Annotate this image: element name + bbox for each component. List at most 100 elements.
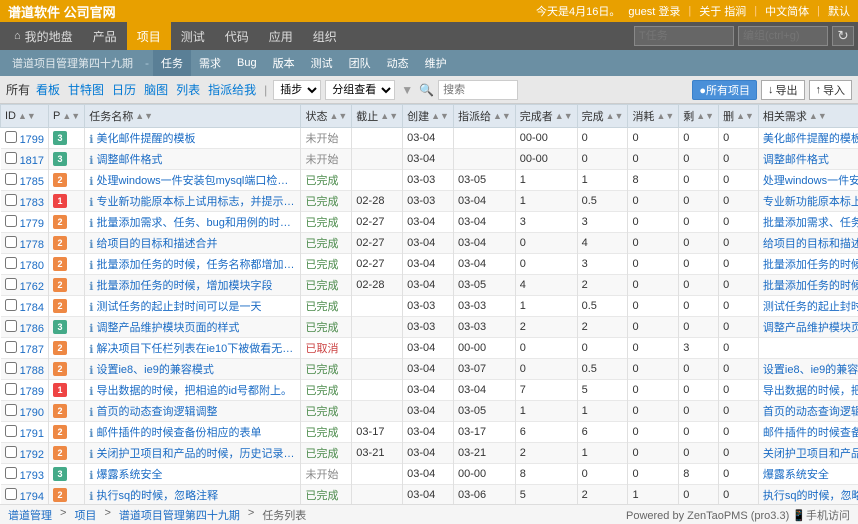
- info-icon[interactable]: ℹ: [89, 491, 93, 503]
- task-id[interactable]: 1786: [20, 323, 44, 335]
- info-icon[interactable]: ℹ: [89, 239, 93, 251]
- task-id[interactable]: 1791: [20, 428, 44, 440]
- related-req-link[interactable]: 导出数据的时候，把相追的id号都: [763, 385, 858, 397]
- col-header-p[interactable]: P▲▼: [49, 105, 85, 128]
- row-checkbox[interactable]: [5, 215, 17, 227]
- info-icon[interactable]: ℹ: [89, 134, 93, 146]
- related-req-link[interactable]: 调整产品维护模块页面的样式: [763, 322, 858, 334]
- import-button[interactable]: ↑ 导入: [809, 80, 853, 100]
- task-name-link[interactable]: 批量添加任务的时候，增加模块字段: [96, 277, 272, 293]
- subnav-item-dynamic[interactable]: 动态: [379, 50, 417, 76]
- related-req-link[interactable]: 关闭护卫项目和产品的时候，历史记: [763, 448, 858, 460]
- breadcrumb-project[interactable]: 项目: [74, 507, 96, 523]
- info-icon[interactable]: ℹ: [89, 386, 93, 398]
- related-req-link[interactable]: 专业新功能原本标上试用标志，并提示过期时段: [763, 196, 858, 208]
- group-select[interactable]: 分组查看: [325, 80, 395, 100]
- task-name-link[interactable]: 首页的动态查询逻辑调整: [96, 403, 217, 419]
- info-icon[interactable]: ℹ: [89, 407, 93, 419]
- task-name-link[interactable]: 导出数据的时候，把相追的id号都附上。: [96, 382, 292, 398]
- info-icon[interactable]: ℹ: [89, 155, 93, 167]
- subnav-item-requirements[interactable]: 需求: [191, 50, 229, 76]
- task-id[interactable]: 1787: [20, 344, 44, 356]
- task-search-input[interactable]: [634, 26, 734, 46]
- info-icon[interactable]: ℹ: [89, 197, 93, 209]
- task-name-link[interactable]: 给项目的目标和描述合并: [96, 235, 217, 251]
- related-req-link[interactable]: 首页的动态查询逻辑调整: [763, 406, 858, 418]
- related-req-link[interactable]: 执行sq的时候，忽略注释: [763, 490, 858, 502]
- related-req-link[interactable]: 批量添加需求、任务、bug和用例的时候: [763, 217, 858, 229]
- task-id[interactable]: 1792: [20, 449, 44, 461]
- search-input[interactable]: [438, 80, 518, 100]
- task-id[interactable]: 1790: [20, 407, 44, 419]
- subnav-item-bugs[interactable]: Bug: [229, 50, 265, 76]
- language-link[interactable]: 中文简体: [765, 3, 809, 19]
- task-id[interactable]: 1780: [20, 260, 44, 272]
- info-icon[interactable]: ℹ: [89, 344, 93, 356]
- related-req-link[interactable]: 邮件插件的时候查备份相应的表单: [763, 427, 858, 439]
- row-checkbox[interactable]: [5, 131, 17, 143]
- toolbar-view-mindmap[interactable]: 脑图: [142, 81, 170, 98]
- row-checkbox[interactable]: [5, 467, 17, 479]
- task-id[interactable]: 1788: [20, 365, 44, 377]
- step-select[interactable]: 插步: [273, 80, 321, 100]
- nav-item-my-land[interactable]: ⌂ 我的地盘: [4, 22, 83, 50]
- task-id[interactable]: 1762: [20, 281, 44, 293]
- info-icon[interactable]: ℹ: [89, 260, 93, 272]
- task-name-link[interactable]: 执行sq的时候，忽略注释: [96, 487, 218, 503]
- info-icon[interactable]: ℹ: [89, 449, 93, 461]
- task-name-link[interactable]: 专业新功能原本标上试用标志，并提示过期时段: [96, 193, 296, 209]
- related-req-link[interactable]: 爆露系统安全: [763, 469, 829, 481]
- info-icon[interactable]: ℹ: [89, 302, 93, 314]
- about-link[interactable]: 关于 指涧: [699, 3, 746, 19]
- row-checkbox[interactable]: [5, 488, 17, 500]
- brand[interactable]: 谱道软件 公司官网: [8, 2, 116, 21]
- task-name-link[interactable]: 设置ie8、ie9的兼容模式: [96, 361, 213, 377]
- col-header-id[interactable]: ID▲▼: [1, 105, 49, 128]
- related-req-link[interactable]: 批量添加任务的时候，增加模块字: [763, 280, 858, 292]
- subnav-item-versions[interactable]: 版本: [265, 50, 303, 76]
- row-checkbox[interactable]: [5, 257, 17, 269]
- nav-item-testing[interactable]: 测试: [171, 22, 215, 50]
- task-name-link[interactable]: 批量添加需求、任务、bug和用例的时候，将执行否处理为: [96, 214, 296, 230]
- col-header-assigned[interactable]: 指派给▲▼: [453, 105, 515, 128]
- col-header-status[interactable]: 状态▲▼: [301, 105, 352, 128]
- col-header-left[interactable]: 剩▲▼: [679, 105, 719, 128]
- nav-item-projects[interactable]: 项目: [127, 22, 171, 50]
- task-name-link[interactable]: 批量添加任务的时候，任务名称都增加需求功能: [96, 256, 296, 272]
- col-header-complete[interactable]: 完成▲▼: [577, 105, 628, 128]
- all-projects-filter[interactable]: ●所有项目: [692, 80, 757, 100]
- subnav-item-tasks[interactable]: 任务: [153, 50, 191, 76]
- task-name-link[interactable]: 爆露系统安全: [96, 466, 162, 482]
- col-header-deleted[interactable]: 删▲▼: [719, 105, 759, 128]
- task-name-link[interactable]: 美化邮件提醒的模板: [96, 130, 195, 146]
- guest-login[interactable]: guest 登录: [628, 3, 680, 19]
- task-name-link[interactable]: 调整邮件格式: [96, 151, 162, 167]
- row-checkbox[interactable]: [5, 362, 17, 374]
- task-name-link[interactable]: 解决项目下任栏列表在ie10下被做看无法输入数据: [96, 340, 296, 356]
- toolbar-view-calendar[interactable]: 日历: [110, 81, 138, 98]
- row-checkbox[interactable]: [5, 320, 17, 332]
- row-checkbox[interactable]: [5, 341, 17, 353]
- task-id[interactable]: 1779: [20, 218, 44, 230]
- toolbar-view-guide[interactable]: 指派给我: [206, 81, 258, 98]
- related-req-link[interactable]: 给项目的目标和描述合并: [763, 238, 858, 250]
- info-icon[interactable]: ℹ: [89, 470, 93, 482]
- info-icon[interactable]: ℹ: [89, 323, 93, 335]
- task-id[interactable]: 1794: [20, 491, 44, 503]
- info-icon[interactable]: ℹ: [89, 281, 93, 293]
- task-id[interactable]: 1789: [20, 386, 44, 398]
- related-req-link[interactable]: 设置ie8、ie9的兼容模式: [763, 364, 858, 376]
- breadcrumb-project-name[interactable]: 谱道项目管理第四十九期: [119, 507, 240, 523]
- subnav-item-team[interactable]: 团队: [341, 50, 379, 76]
- row-checkbox[interactable]: [5, 173, 17, 185]
- toolbar-view-list[interactable]: 列表: [174, 81, 202, 98]
- related-req-link[interactable]: 调整邮件格式: [763, 154, 829, 166]
- col-header-name[interactable]: 任务名称▲▼: [85, 105, 301, 128]
- info-icon[interactable]: ℹ: [89, 218, 93, 230]
- info-icon[interactable]: ℹ: [89, 428, 93, 440]
- task-name-link[interactable]: 邮件插件的时候查备份相应的表单: [96, 424, 261, 440]
- col-header-deadline[interactable]: 截止▲▼: [352, 105, 403, 128]
- task-name-link[interactable]: 测试任务的起止封时间可以是一天: [96, 298, 261, 314]
- task-id[interactable]: 1785: [20, 176, 44, 188]
- col-header-created[interactable]: 创建▲▼: [403, 105, 454, 128]
